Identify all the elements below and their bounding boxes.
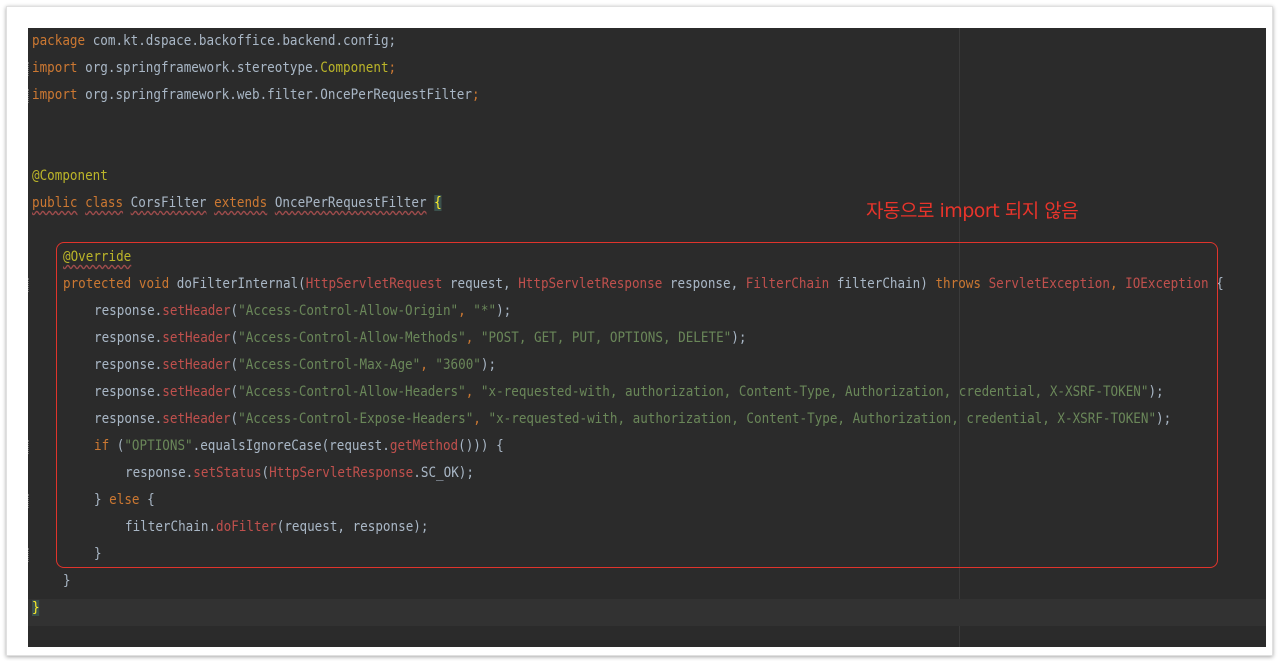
code-line-close-class: }: [32, 600, 40, 616]
code-line-import-filter: import org.springframework.web.filter.On…: [32, 87, 480, 103]
screenshot-frame: package com.kt.dspace.backoffice.backend…: [6, 6, 1273, 656]
fold-marker: [28, 494, 32, 508]
code-line-package: package com.kt.dspace.backoffice.backend…: [32, 33, 397, 49]
fold-marker: [28, 440, 32, 454]
code-line-class-declaration: public class CorsFilter extends OncePerR…: [32, 195, 442, 211]
code-line-component-annotation: @Component: [32, 168, 108, 184]
code-editor[interactable]: package com.kt.dspace.backoffice.backend…: [28, 28, 1266, 647]
code-line-import-component: import org.springframework.stereotype.Co…: [32, 60, 397, 76]
fold-marker: [28, 278, 32, 292]
current-line-highlight: [28, 599, 1266, 626]
fold-marker: [28, 548, 32, 562]
annotation-note: 자동으로 import 되지 않음: [866, 200, 1079, 222]
code-line-close-method: }: [63, 573, 71, 589]
highlight-box: [56, 242, 1218, 568]
